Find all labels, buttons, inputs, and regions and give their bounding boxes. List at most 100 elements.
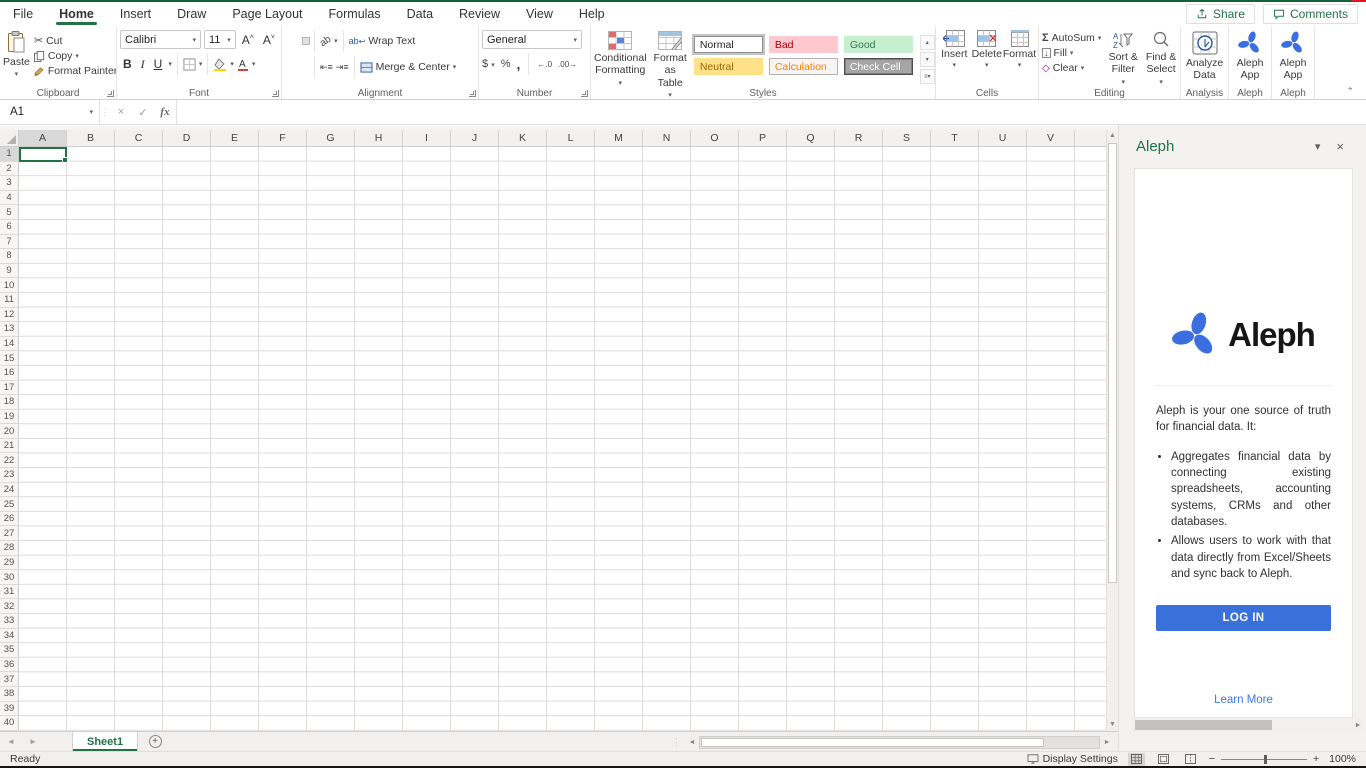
alignment-dialog-launcher[interactable] <box>469 90 476 97</box>
scrollbar-resize-handle[interactable]: ⋮ <box>672 737 681 748</box>
align-top-button[interactable] <box>285 38 291 44</box>
learn-more-link[interactable]: Learn More <box>1135 694 1352 706</box>
worksheet-grid[interactable]: ABCDEFGHIJKLMNOPQRSTUV 1 2 3 4 5 6 7 8 9 10 11 12 13… <box>0 130 1106 731</box>
styles-gallery-up-button[interactable]: ▴ <box>919 35 935 50</box>
column-header-r[interactable]: R <box>835 130 883 147</box>
row-header-1[interactable]: 1 <box>0 147 19 162</box>
comments-button[interactable]: Comments <box>1262 4 1358 24</box>
row-header-37[interactable]: 37 <box>0 672 19 687</box>
column-header-v[interactable]: V <box>1027 130 1075 147</box>
row-header-11[interactable]: 11 <box>0 292 19 308</box>
row-header-10[interactable]: 10 <box>0 278 19 293</box>
increase-indent-button[interactable]: ⇥≡ <box>336 62 349 73</box>
clipboard-dialog-launcher[interactable] <box>107 90 114 97</box>
conditional-formatting-button[interactable]: Conditional Formatting ▾ <box>594 30 647 87</box>
column-header-e[interactable]: E <box>211 130 259 147</box>
currency-button[interactable]: $ ▾ <box>482 58 495 70</box>
scroll-down-arrow[interactable]: ▼ <box>1107 719 1118 731</box>
insert-cells-button[interactable]: Insert ▾ <box>939 30 970 69</box>
grow-font-button[interactable]: A˄ <box>239 33 257 47</box>
normal-view-button[interactable] <box>1127 752 1145 766</box>
menu-tab-home[interactable]: Home <box>46 2 107 26</box>
aleph-app-button-2[interactable]: Aleph App <box>1275 30 1311 82</box>
vertical-scrollbar[interactable]: ▲ ▼ <box>1106 130 1118 731</box>
row-header-34[interactable]: 34 <box>0 628 19 644</box>
task-pane-horizontal-scrollbar[interactable]: ► <box>1134 719 1363 731</box>
row-header-18[interactable]: 18 <box>0 395 19 410</box>
align-center-button[interactable] <box>294 64 300 70</box>
italic-button[interactable]: I <box>138 57 148 72</box>
row-header-28[interactable]: 28 <box>0 541 19 556</box>
percent-button[interactable]: % <box>501 58 511 70</box>
menu-tab-draw[interactable]: Draw <box>164 2 219 26</box>
menu-tab-insert[interactable]: Insert <box>107 2 164 26</box>
row-header-17[interactable]: 17 <box>0 380 19 396</box>
menu-tab-review[interactable]: Review <box>446 2 513 26</box>
cell-style-calculation[interactable]: Calculation <box>768 58 838 75</box>
column-header-a[interactable]: A <box>19 130 67 147</box>
number-format-combo[interactable]: General ▾ <box>482 30 582 49</box>
cell-style-normal[interactable]: Normal <box>693 36 763 53</box>
row-header-32[interactable]: 32 <box>0 599 19 614</box>
styles-gallery-more-button[interactable]: ≡▾ <box>919 69 935 84</box>
font-name-combo[interactable]: Calibri ▾ <box>120 30 201 49</box>
format-painter-button[interactable]: Format Painter <box>34 65 116 77</box>
column-header-u[interactable]: U <box>979 130 1027 147</box>
row-header-33[interactable]: 33 <box>0 614 19 629</box>
add-sheet-button[interactable]: + <box>138 732 172 751</box>
delete-cells-button[interactable]: Delete ▾ <box>972 30 1003 69</box>
row-header-35[interactable]: 35 <box>0 643 19 658</box>
wrap-text-button[interactable]: ab↩ Wrap Text <box>349 35 416 47</box>
task-pane-scroll-right-arrow[interactable]: ► <box>1353 722 1363 729</box>
row-header-8[interactable]: 8 <box>0 249 19 264</box>
row-header-22[interactable]: 22 <box>0 453 19 469</box>
row-header-21[interactable]: 21 <box>0 438 19 454</box>
row-header-4[interactable]: 4 <box>0 190 19 206</box>
prev-sheet-button[interactable]: ◄ <box>0 732 22 751</box>
formula-input[interactable] <box>176 100 1366 124</box>
row-header-29[interactable]: 29 <box>0 555 19 571</box>
collapse-ribbon-button[interactable]: ⌃ <box>1346 86 1354 97</box>
cancel-entry-button[interactable]: × <box>110 100 132 124</box>
column-header-c[interactable]: C <box>115 130 163 147</box>
row-header-6[interactable]: 6 <box>0 219 19 235</box>
select-all-corner[interactable] <box>0 130 19 147</box>
menu-tab-data[interactable]: Data <box>394 2 446 26</box>
column-header-k[interactable]: K <box>499 130 547 147</box>
menu-tab-help[interactable]: Help <box>566 2 618 26</box>
zoom-thumb[interactable] <box>1264 754 1267 764</box>
zoom-level[interactable]: 100% <box>1329 753 1356 765</box>
share-button[interactable]: Share <box>1185 4 1255 24</box>
page-layout-view-button[interactable] <box>1155 753 1172 766</box>
bold-button[interactable]: B <box>120 57 135 71</box>
zoom-out-button[interactable]: − <box>1209 753 1215 765</box>
row-header-40[interactable]: 40 <box>0 716 19 731</box>
row-header-5[interactable]: 5 <box>0 205 19 220</box>
zoom-in-button[interactable]: + <box>1313 753 1319 765</box>
column-header-b[interactable]: B <box>67 130 115 147</box>
align-left-button[interactable] <box>285 64 291 70</box>
row-headers[interactable]: 1 2 3 4 5 6 7 8 9 10 11 12 13 14 15 16 17 18 19 20 21 22 23 24 2… <box>0 147 19 731</box>
cells-area[interactable] <box>19 147 1106 731</box>
decrease-indent-button[interactable]: ⇤≡ <box>320 62 333 73</box>
copy-button[interactable]: Copy ▾ <box>33 50 116 62</box>
column-headers[interactable]: ABCDEFGHIJKLMNOPQRSTUV <box>19 130 1106 147</box>
align-middle-button[interactable] <box>294 38 300 44</box>
row-header-24[interactable]: 24 <box>0 482 19 498</box>
font-dialog-launcher[interactable] <box>272 90 279 97</box>
row-header-2[interactable]: 2 <box>0 161 19 177</box>
row-header-12[interactable]: 12 <box>0 307 19 323</box>
task-pane-scroll-thumb[interactable] <box>1135 720 1273 730</box>
row-header-39[interactable]: 39 <box>0 701 19 717</box>
row-header-26[interactable]: 26 <box>0 511 19 527</box>
row-header-30[interactable]: 30 <box>0 570 19 585</box>
column-header-p[interactable]: P <box>739 130 787 147</box>
autosum-button[interactable]: Σ AutoSum ▾ <box>1042 32 1101 44</box>
horizontal-scroll-thumb[interactable] <box>701 737 1045 747</box>
vertical-scroll-thumb[interactable] <box>1108 143 1117 583</box>
fill-color-button[interactable] <box>213 57 227 71</box>
task-pane-close-button[interactable]: × <box>1328 139 1352 154</box>
column-header-g[interactable]: G <box>307 130 355 147</box>
find-select-button[interactable]: Find & Select ▾ <box>1145 30 1177 86</box>
sheet-tab-sheet1[interactable]: Sheet1 <box>72 732 139 751</box>
